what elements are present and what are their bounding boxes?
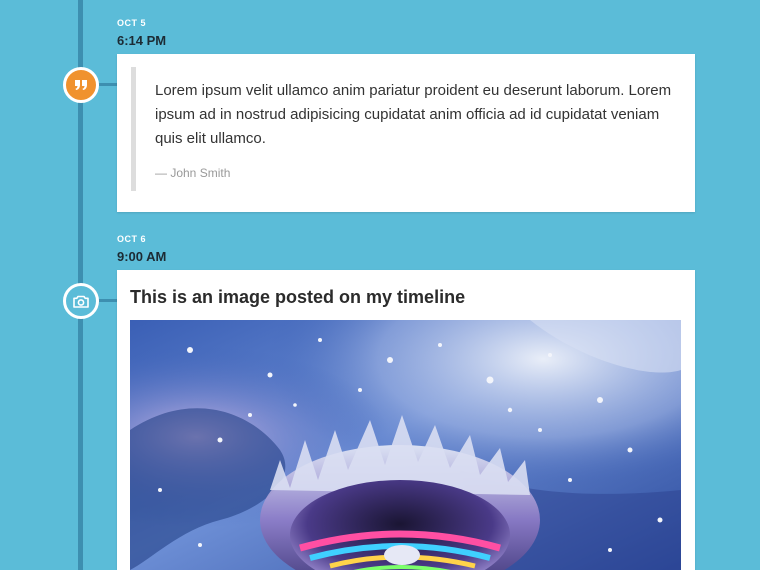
camera-marker[interactable] [63,283,99,319]
entry-connector [99,299,117,302]
quote-author: — John Smith [155,166,231,180]
quote-bar [131,67,136,191]
camera-icon [73,295,89,308]
quote-marker[interactable] [63,67,99,103]
water-splash-photo [130,320,681,570]
timeline-photo[interactable] [130,320,681,570]
quote-text: Lorem ipsum velit ullamco anim pariatur … [155,82,672,147]
timeline-page: OCT 5 6:14 PM Lorem ipsum velit ullamco … [0,0,760,570]
entry-date: OCT 5 [117,18,147,28]
entry-connector [99,83,117,86]
quote-icon [75,80,87,90]
quote-card[interactable]: Lorem ipsum velit ullamco anim pariatur … [117,54,695,212]
entry-time: 6:14 PM [117,33,167,48]
entry-date: OCT 6 [117,234,147,244]
image-card[interactable]: This is an image posted on my timeline [117,270,695,570]
entry-time: 9:00 AM [117,249,167,264]
image-title: This is an image posted on my timeline [130,287,466,307]
